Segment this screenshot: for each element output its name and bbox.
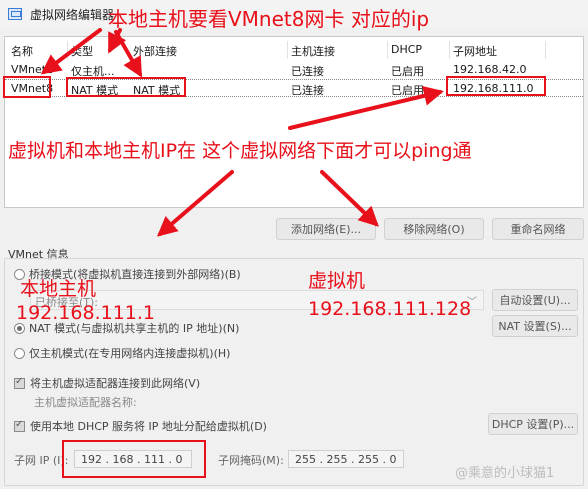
arrow-to-host <box>156 170 234 237</box>
arrow-to-remove <box>320 170 379 227</box>
arrow-to-vmnet8 <box>40 28 102 75</box>
annotation-arrows <box>40 28 444 237</box>
arrow-to-subnet <box>288 86 444 130</box>
arrow-to-nat <box>114 30 142 78</box>
